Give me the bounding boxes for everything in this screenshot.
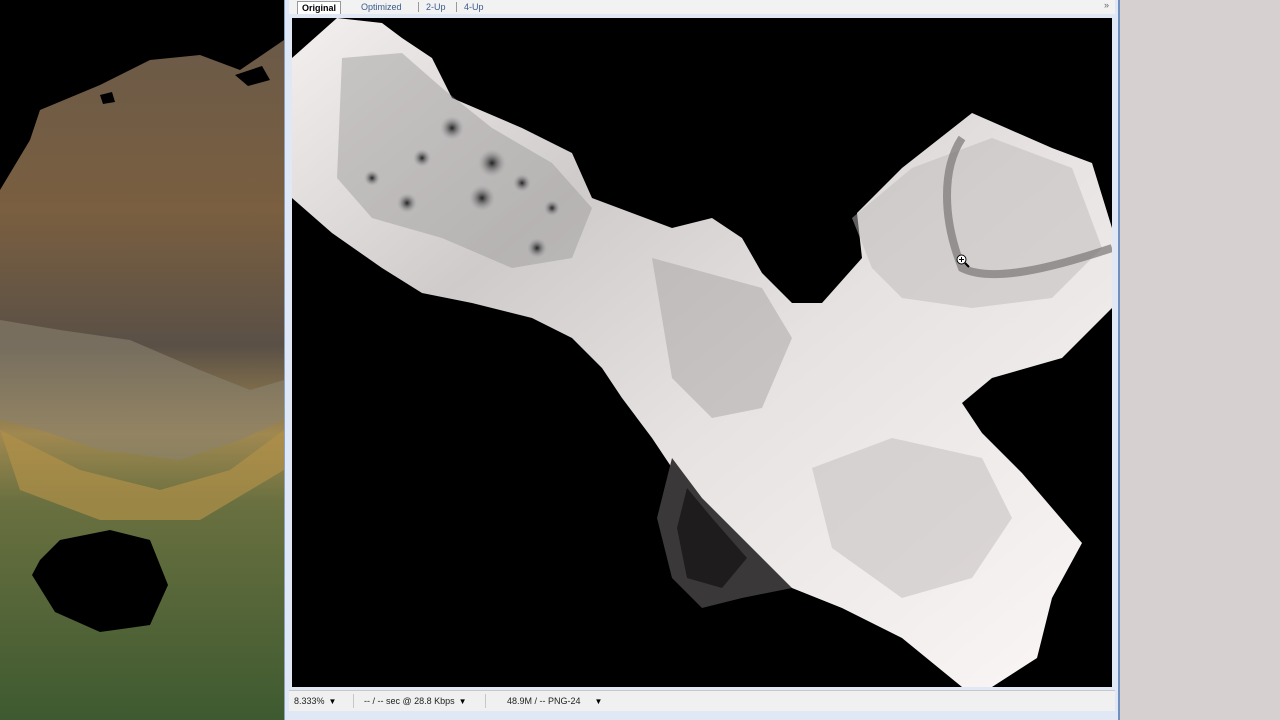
preview-window: Original Optimized 2-Up 4-Up » 8.333% ▼ … — [284, 0, 1120, 720]
image-canvas[interactable] — [292, 18, 1112, 687]
chevron-down-icon: ▼ — [594, 697, 603, 706]
orthophoto-image — [0, 0, 284, 720]
view-tab-bar: Original Optimized 2-Up 4-Up » — [289, 0, 1115, 14]
file-info-value: 48.9M / -- PNG-24 — [507, 696, 581, 706]
chevron-down-icon: ▼ — [328, 697, 337, 706]
zoom-level-value: 8.333% — [294, 696, 325, 706]
file-info-dropdown[interactable]: 48.9M / -- PNG-24 ▼ — [504, 694, 605, 708]
status-divider — [353, 694, 354, 708]
tab-original[interactable]: Original — [297, 1, 342, 14]
zoom-in-cursor-icon — [956, 254, 970, 268]
download-speed-value: -- / -- sec @ 28.8 Kbps — [364, 696, 455, 706]
tab-separator — [456, 2, 457, 12]
double-chevron-right-icon[interactable]: » — [1104, 0, 1109, 10]
background-orthophoto — [0, 0, 284, 720]
right-panel — [1120, 0, 1280, 720]
tab-optimized[interactable]: Optimized — [357, 1, 406, 14]
status-bar: 8.333% ▼ -- / -- sec @ 28.8 Kbps ▼ 48.9M /… — [289, 690, 1115, 711]
download-speed-dropdown[interactable]: -- / -- sec @ 28.8 Kbps ▼ — [361, 694, 470, 708]
tab-separator — [418, 2, 419, 12]
zoom-level-dropdown[interactable]: 8.333% ▼ — [291, 694, 339, 708]
chevron-down-icon: ▼ — [458, 697, 467, 706]
tab-4-up[interactable]: 4-Up — [460, 1, 488, 14]
depth-map-image — [292, 18, 1112, 687]
tab-2-up[interactable]: 2-Up — [422, 1, 450, 14]
status-divider — [485, 694, 486, 708]
